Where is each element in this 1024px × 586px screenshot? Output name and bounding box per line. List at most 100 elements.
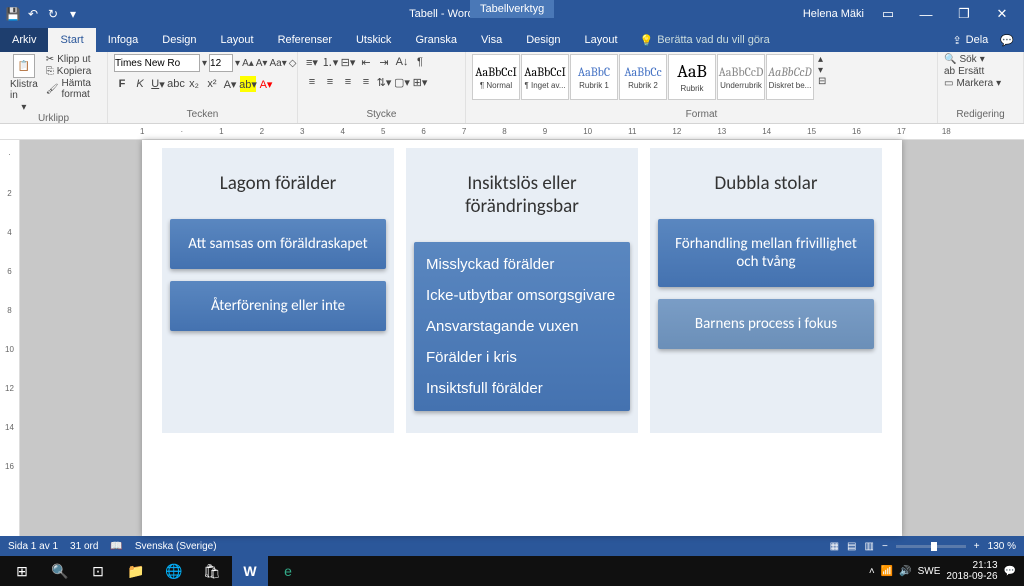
col2-title[interactable]: Insiktslös eller förändringsbar — [414, 158, 630, 242]
zoom-slider[interactable] — [896, 545, 966, 548]
zoom-level[interactable]: 130 % — [988, 541, 1016, 552]
col1-card1[interactable]: Att samsas om föräldraskapet — [170, 219, 386, 269]
borders-button[interactable]: ⊞▾ — [412, 74, 428, 90]
highlight-button[interactable]: ab▾ — [240, 76, 256, 92]
copy-button[interactable]: ⎘ Kopiera — [46, 66, 101, 77]
style-normal[interactable]: AaBbCcI¶ Normal — [472, 54, 520, 100]
close-button[interactable]: ✕ — [988, 6, 1016, 22]
cut-button[interactable]: ✂ Klipp ut — [46, 54, 101, 65]
zoom-in-button[interactable]: + — [974, 541, 980, 552]
strike-button[interactable]: abc — [168, 76, 184, 92]
chrome-icon[interactable]: 🌐 — [156, 556, 192, 586]
print-layout-icon[interactable]: ▤ — [847, 541, 856, 552]
tab-infoga[interactable]: Infoga — [96, 28, 151, 52]
tray-chevron-icon[interactable]: ˄ — [869, 566, 875, 577]
sort-button[interactable]: A↓ — [394, 54, 410, 70]
text-effects-button[interactable]: A▾ — [222, 76, 238, 92]
restore-button[interactable]: ❐ — [950, 6, 978, 22]
change-case-icon[interactable]: Aa▾ — [269, 58, 286, 69]
qat-dropdown-icon[interactable]: ▾ — [66, 7, 80, 21]
justify-button[interactable]: ≡ — [358, 74, 374, 90]
keyboard-lang[interactable]: SWE — [918, 566, 941, 577]
replace-button[interactable]: ab Ersätt — [944, 66, 1001, 77]
vertical-ruler[interactable]: ·246810121416 — [0, 140, 20, 536]
tab-utskick[interactable]: Utskick — [344, 28, 403, 52]
chevron-down-icon[interactable]: ▾ — [235, 58, 240, 69]
undo-icon[interactable]: ↶ — [26, 7, 40, 21]
tell-me-search[interactable]: 💡 Berätta vad du vill göra — [630, 28, 770, 52]
task-view-icon[interactable]: ⊡ — [80, 556, 116, 586]
network-icon[interactable]: 📶 — [881, 566, 893, 577]
align-center-button[interactable]: ≡ — [322, 74, 338, 90]
store-icon[interactable]: 🛍 — [194, 556, 230, 586]
file-explorer-icon[interactable]: 📁 — [118, 556, 154, 586]
shrink-font-icon[interactable]: A▾ — [256, 58, 268, 69]
col3-card1[interactable]: Förhandling mellan frivillighet och tvån… — [658, 219, 874, 287]
word-icon[interactable]: W — [232, 556, 268, 586]
word-count[interactable]: 31 ord — [70, 541, 98, 552]
page[interactable]: Lagom förälder Att samsas om föräldraska… — [142, 140, 902, 536]
clock[interactable]: 21:13 2018-09-26 — [946, 560, 997, 582]
inc-indent-button[interactable]: ⇥ — [376, 54, 392, 70]
font-color-button[interactable]: A▾ — [258, 76, 274, 92]
subscript-button[interactable]: x₂ — [186, 76, 202, 92]
user-name[interactable]: Helena Mäki — [803, 8, 864, 20]
superscript-button[interactable]: x² — [204, 76, 220, 92]
style-heading2[interactable]: AaBbCcRubrik 2 — [619, 54, 667, 100]
read-mode-icon[interactable]: ▦ — [830, 541, 839, 552]
numbering-button[interactable]: ⒈▾ — [322, 54, 338, 70]
notifications-icon[interactable]: 💬 — [1004, 566, 1016, 577]
tab-design2[interactable]: Design — [514, 28, 572, 52]
minimize-button[interactable]: — — [912, 7, 940, 22]
shading-button[interactable]: ▢▾ — [394, 74, 410, 90]
volume-icon[interactable]: 🔊 — [899, 566, 911, 577]
web-layout-icon[interactable]: ▥ — [865, 541, 874, 552]
tab-visa[interactable]: Visa — [469, 28, 514, 52]
align-left-button[interactable]: ≡ — [304, 74, 320, 90]
style-heading1[interactable]: AaBbCRubrik 1 — [570, 54, 618, 100]
language-indicator[interactable]: Svenska (Sverige) — [135, 541, 217, 552]
col2-card[interactable]: Misslyckad förälder Icke-utbytbar omsorg… — [414, 242, 630, 411]
font-size-input[interactable] — [209, 54, 233, 72]
redo-icon[interactable]: ↻ — [46, 7, 60, 21]
spellcheck-icon[interactable]: 📖 — [110, 541, 122, 552]
tab-start[interactable]: Start — [48, 28, 95, 52]
col1-title[interactable]: Lagom förälder — [170, 158, 386, 219]
grow-font-icon[interactable]: A▴ — [242, 58, 254, 69]
save-icon[interactable]: 💾 — [6, 7, 20, 21]
zoom-out-button[interactable]: − — [882, 541, 888, 552]
tab-design[interactable]: Design — [150, 28, 208, 52]
clear-format-icon[interactable]: ◇ — [289, 58, 297, 69]
search-icon[interactable]: 🔍 — [42, 556, 78, 586]
multilevel-button[interactable]: ⊟▾ — [340, 54, 356, 70]
style-title[interactable]: AaBRubrik — [668, 54, 716, 100]
tab-layout[interactable]: Layout — [209, 28, 266, 52]
line-spacing-button[interactable]: ⇅▾ — [376, 74, 392, 90]
paste-button[interactable]: 📋 Klistra in ▾ — [6, 54, 42, 113]
start-button[interactable]: ⊞ — [4, 556, 40, 586]
show-marks-button[interactable]: ¶ — [412, 54, 428, 70]
styles-gallery[interactable]: AaBbCcI¶ Normal AaBbCcI¶ Inget av... AaB… — [472, 54, 814, 100]
align-right-button[interactable]: ≡ — [340, 74, 356, 90]
find-button[interactable]: 🔍 Sök ▾ — [944, 54, 1001, 65]
style-subtitle[interactable]: AaBbCcDUnderrubrik — [717, 54, 765, 100]
col3-title[interactable]: Dubbla stolar — [658, 158, 874, 219]
bold-button[interactable]: F — [114, 76, 130, 92]
select-button[interactable]: ▭ Markera ▾ — [944, 78, 1001, 89]
format-painter-button[interactable]: 🖌 Hämta format — [46, 78, 101, 100]
italic-button[interactable]: K — [132, 76, 148, 92]
chevron-down-icon[interactable]: ▾ — [202, 58, 207, 69]
tab-layout2[interactable]: Layout — [572, 28, 629, 52]
comments-icon[interactable]: 💬 — [1000, 34, 1014, 47]
bullets-button[interactable]: ≡▾ — [304, 54, 320, 70]
style-subtle[interactable]: AaBbCcDDiskret be... — [766, 54, 814, 100]
style-no-spacing[interactable]: AaBbCcI¶ Inget av... — [521, 54, 569, 100]
font-name-input[interactable] — [114, 54, 200, 72]
ribbon-options-icon[interactable]: ▭ — [874, 6, 902, 22]
dec-indent-button[interactable]: ⇤ — [358, 54, 374, 70]
tab-granska[interactable]: Granska — [403, 28, 469, 52]
tab-referenser[interactable]: Referenser — [266, 28, 344, 52]
edge-icon[interactable]: e — [270, 556, 306, 586]
col3-card2[interactable]: Barnens process i fokus — [658, 299, 874, 349]
page-indicator[interactable]: Sida 1 av 1 — [8, 541, 58, 552]
